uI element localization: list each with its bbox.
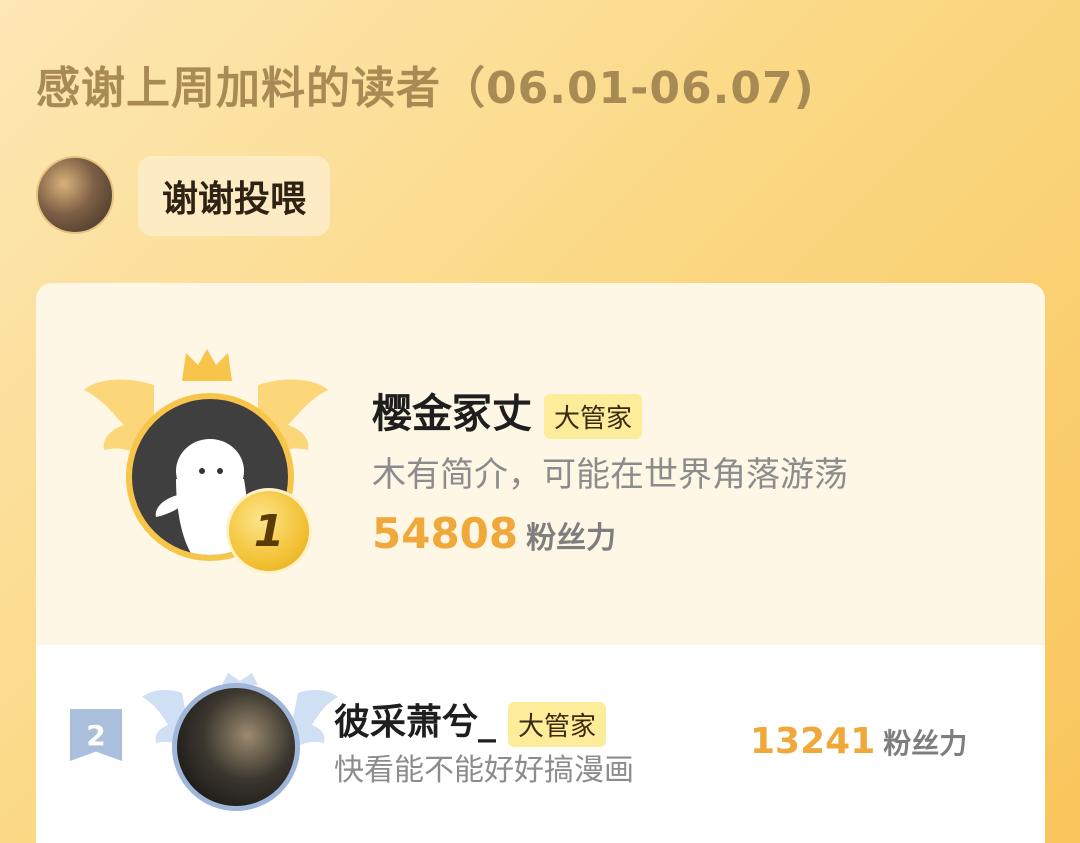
page-title: 感谢上周加料的读者（06.01-06.07): [36, 63, 815, 114]
user-name[interactable]: 樱金冢丈: [372, 391, 532, 437]
rank-1-entry[interactable]: 1 樱金冢丈 大管家 木有简介，可能在世界角落游荡 54808 粉丝力: [36, 283, 1045, 643]
rank-badge: 1: [226, 488, 312, 574]
fan-power-value: 54808: [372, 509, 519, 558]
user-name-row: 樱金冢丈 大管家: [372, 381, 643, 439]
user-avatar[interactable]: [172, 683, 300, 811]
uploader-avatar[interactable]: [36, 156, 114, 234]
fan-power-unit: 粉丝力: [526, 521, 617, 556]
role-tag: 大管家: [544, 393, 643, 439]
rank-badge: 2: [70, 709, 122, 761]
user-name[interactable]: 彼采萧兮_: [334, 702, 496, 743]
rank-2-entry[interactable]: 2 彼采萧兮_ 大管家 快看能不能好好搞漫画 13241 粉丝力: [36, 645, 1045, 843]
fan-power: 13241 粉丝力: [750, 721, 967, 762]
thanks-message: 谢谢投喂: [138, 156, 331, 236]
user-bio: 快看能不能好好搞漫画: [334, 753, 634, 788]
crown-icon: [182, 349, 232, 381]
fan-power-value: 13241: [750, 721, 876, 762]
user-name-row: 彼采萧兮_ 大管家: [334, 693, 607, 747]
fan-power-unit: 粉丝力: [883, 727, 968, 760]
ranking-card: 1 樱金冢丈 大管家 木有简介，可能在世界角落游荡 54808 粉丝力 2 彼采萧兮…: [36, 283, 1045, 843]
role-tag: 大管家: [508, 701, 607, 747]
fan-power: 54808 粉丝力: [372, 509, 616, 558]
user-bio: 木有简介，可能在世界角落游荡: [372, 455, 848, 495]
